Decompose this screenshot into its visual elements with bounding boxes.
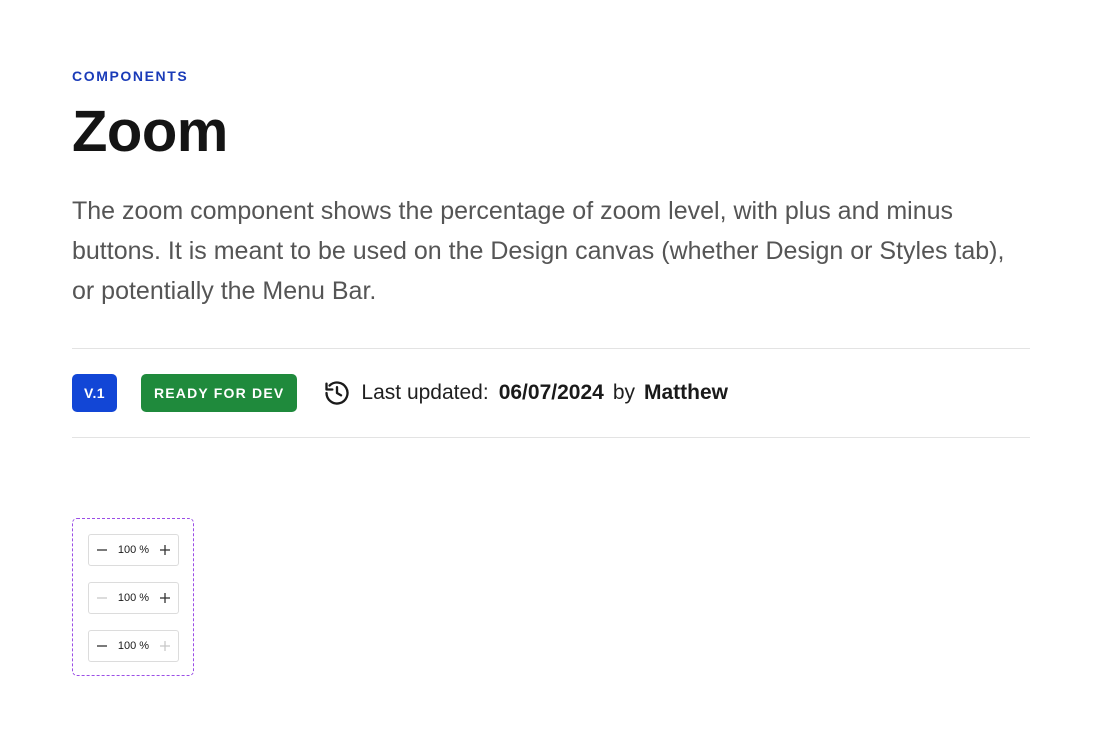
plus-icon [160, 545, 170, 555]
plus-icon [160, 641, 170, 651]
zoom-value: 100 % [117, 640, 150, 652]
history-icon [323, 379, 351, 407]
zoom-control: 100 % [88, 630, 179, 662]
zoom-out-button[interactable] [89, 535, 115, 565]
page-description: The zoom component shows the percentage … [72, 197, 1005, 305]
zoom-in-button[interactable] [152, 583, 178, 613]
zoom-value: 100 % [117, 592, 150, 604]
section-eyebrow: COMPONENTS [72, 68, 189, 84]
zoom-value: 100 % [117, 544, 150, 556]
zoom-out-button-disabled[interactable] [89, 583, 115, 613]
minus-icon [97, 597, 107, 599]
plus-icon [160, 593, 170, 603]
page-title: Zoom [72, 99, 228, 164]
zoom-variants-frame: 100 % 100 % 100 % [72, 518, 194, 676]
zoom-in-button-disabled[interactable] [152, 631, 178, 661]
divider [72, 348, 1030, 349]
minus-icon [97, 549, 107, 551]
meta-row: V.1 READY FOR DEV Last updated: 06/07/20… [72, 374, 728, 412]
minus-icon [97, 645, 107, 647]
updated-date: 06/07/2024 [498, 381, 604, 404]
zoom-in-button[interactable] [152, 535, 178, 565]
status-badge: READY FOR DEV [140, 374, 298, 412]
zoom-out-button[interactable] [89, 631, 115, 661]
divider [72, 437, 1030, 438]
updated-by-label: by [612, 381, 635, 404]
zoom-control: 100 % [88, 534, 179, 566]
updated-label: Last updated: [361, 381, 489, 404]
zoom-control: 100 % [88, 582, 179, 614]
updated-author: Matthew [644, 381, 728, 404]
version-badge: V.1 [72, 374, 117, 412]
